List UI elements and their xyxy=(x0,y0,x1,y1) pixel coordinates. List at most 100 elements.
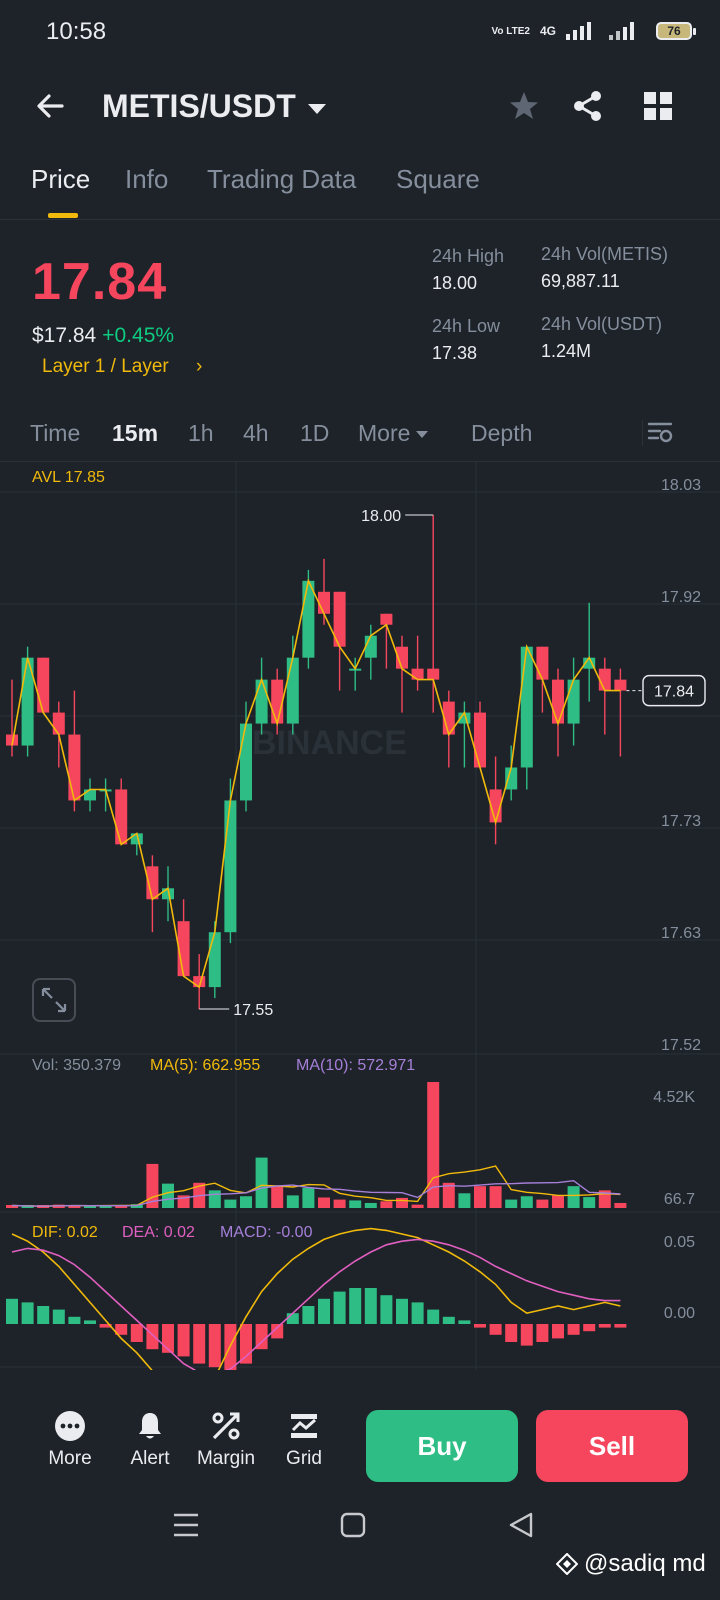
macd-bar xyxy=(614,1324,627,1328)
category-label: Layer 1 / Layer xyxy=(42,356,169,377)
star-icon[interactable] xyxy=(506,88,542,124)
chevron-down-icon xyxy=(307,103,326,114)
back-arrow-icon[interactable] xyxy=(32,88,68,124)
alert-button[interactable]: Alert xyxy=(110,1410,190,1470)
status-icons: Vo LTE2 4G 76 xyxy=(491,18,696,44)
low-annotation: 17.55 xyxy=(233,1002,273,1019)
pair-selector[interactable]: METIS/USDT xyxy=(102,88,326,125)
clock: 10:58 xyxy=(46,18,107,45)
volume-bar xyxy=(302,1187,315,1208)
battery-icon: 76 xyxy=(656,22,696,40)
macd-bar xyxy=(193,1324,206,1364)
volume-bar xyxy=(333,1199,346,1208)
macd-bar xyxy=(333,1291,346,1324)
macd-bar xyxy=(286,1313,299,1324)
more-dots-icon xyxy=(55,1411,85,1441)
macd-bar xyxy=(583,1324,596,1332)
candle-body xyxy=(520,646,533,768)
volte-label: Vo LTE2 xyxy=(491,25,530,37)
dif-label: DIF: 0.02 xyxy=(32,1224,98,1241)
candle-body xyxy=(318,591,330,614)
interval-time[interactable]: Time xyxy=(30,420,80,447)
candle-body xyxy=(52,712,65,735)
more-label: More xyxy=(48,1448,92,1469)
home-icon[interactable] xyxy=(340,1512,366,1538)
vol-quote-label: 24h Vol(USDT) xyxy=(541,314,663,334)
macd-bar xyxy=(68,1316,81,1324)
chart-settings-icon[interactable] xyxy=(646,418,674,446)
back-nav-icon[interactable] xyxy=(508,1512,534,1538)
usd-price: $17.84 xyxy=(32,324,97,347)
vol-label: Vol: 350.379 xyxy=(32,1057,121,1074)
candle-body xyxy=(208,932,221,988)
macd-bar xyxy=(505,1324,518,1342)
macd-bar xyxy=(598,1324,611,1328)
volume-bar xyxy=(271,1186,284,1208)
candle-body xyxy=(240,723,252,801)
macd-bar xyxy=(567,1324,580,1335)
price-chart[interactable]: BINANCE 18.0017.55 18.0317.9217.7317.631… xyxy=(0,462,720,1370)
tab-square[interactable]: Square xyxy=(396,164,480,195)
volume-bar xyxy=(474,1186,486,1208)
share-icon[interactable] xyxy=(570,88,606,124)
caret-down-icon xyxy=(416,431,429,439)
expand-icon[interactable] xyxy=(32,978,76,1022)
network-type-label: 4G xyxy=(539,24,556,38)
candle-body xyxy=(115,789,128,845)
macd-bar xyxy=(130,1324,143,1342)
grid-menu-icon[interactable] xyxy=(640,88,676,124)
tab-price[interactable]: Price xyxy=(31,164,90,195)
volume-bar xyxy=(255,1157,268,1208)
buy-button[interactable]: Buy xyxy=(366,1410,518,1482)
candle-body xyxy=(614,679,627,691)
tab-trading-data[interactable]: Trading Data xyxy=(207,164,356,195)
vol-tick-label: 66.7 xyxy=(664,1191,695,1208)
y-tick-label: 18.03 xyxy=(661,477,701,494)
volume-bar xyxy=(489,1186,502,1208)
price-axis: 18.03 17.92 17.73 17.63 17.52 17.84 xyxy=(626,477,706,1054)
volume-bar xyxy=(505,1199,518,1208)
macd-bar xyxy=(474,1324,486,1328)
high-annotation: 18.00 xyxy=(361,508,401,525)
percent-icon xyxy=(212,1412,240,1440)
interval-4h[interactable]: 4h xyxy=(243,420,269,447)
grid-chart-icon xyxy=(291,1414,317,1438)
candle-body xyxy=(598,668,611,691)
candle-body xyxy=(411,668,424,680)
macd-bar xyxy=(364,1288,377,1324)
interval-more[interactable]: More xyxy=(358,420,429,447)
system-nav-bar xyxy=(0,1490,720,1600)
interval-1d[interactable]: 1D xyxy=(300,420,329,447)
grid-button[interactable]: Grid xyxy=(264,1410,344,1470)
candle-body xyxy=(505,767,518,790)
candle-body xyxy=(474,712,486,768)
volume-bar xyxy=(458,1193,471,1208)
margin-button[interactable]: Margin xyxy=(186,1410,266,1470)
more-button[interactable]: More xyxy=(30,1410,110,1470)
vol-tick-label: 4.52K xyxy=(653,1089,695,1106)
dea-line xyxy=(11,1238,621,1370)
macd-layer: 0.05 0.00 xyxy=(6,1227,695,1370)
high-value: 18.00 xyxy=(432,273,478,293)
interval-15m[interactable]: 15m xyxy=(112,420,158,447)
volume-bar xyxy=(240,1196,252,1208)
sell-button[interactable]: Sell xyxy=(536,1410,688,1482)
high-label: 24h High xyxy=(432,246,505,266)
volume-bar xyxy=(364,1202,377,1208)
tab-info[interactable]: Info xyxy=(125,164,168,195)
bottom-action-bar: More Alert Margin Grid Buy Sell xyxy=(0,1380,720,1490)
recent-apps-icon[interactable] xyxy=(172,1512,200,1538)
macd-bar xyxy=(489,1324,502,1335)
interval-1h[interactable]: 1h xyxy=(188,420,214,447)
candle-body xyxy=(224,800,237,933)
candle-body xyxy=(37,657,50,713)
volume-bar xyxy=(583,1197,596,1208)
candle-body xyxy=(380,613,393,625)
interval-depth[interactable]: Depth xyxy=(471,420,532,447)
candle-body xyxy=(536,646,549,680)
dif-line xyxy=(11,1227,621,1370)
macd-bar xyxy=(52,1309,65,1324)
category-link[interactable]: Layer 1 / Layer › xyxy=(42,356,202,378)
chevron-right-icon: › xyxy=(196,356,203,377)
margin-label: Margin xyxy=(196,1448,256,1469)
